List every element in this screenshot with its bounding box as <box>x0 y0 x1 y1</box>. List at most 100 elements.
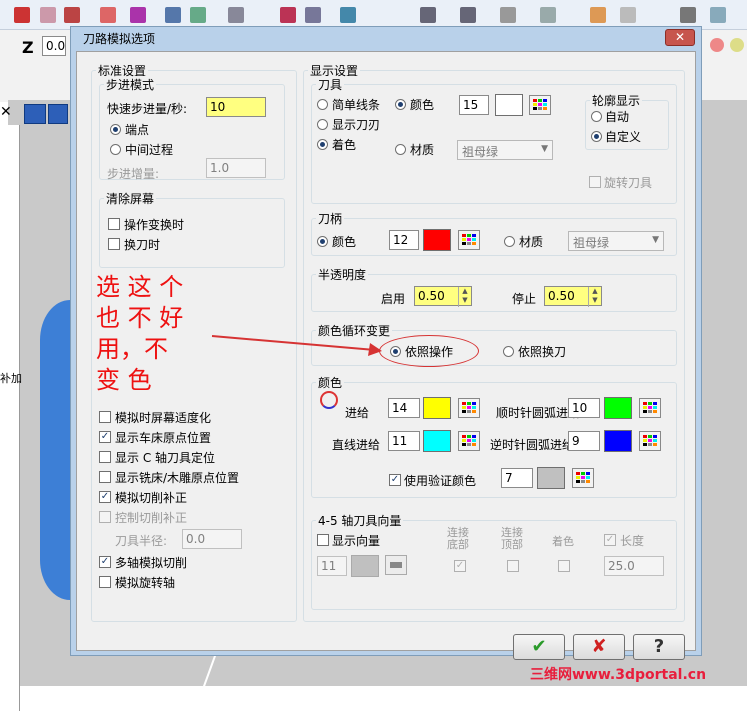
line-feed-swatch[interactable] <box>423 430 451 452</box>
palette-cell <box>643 439 647 442</box>
toolbar-tool-icon[interactable] <box>228 7 244 23</box>
vector-color-swatch[interactable] <box>351 555 379 577</box>
palette-cell <box>462 402 466 405</box>
spinner-arrows-icon[interactable]: ▲ ▼ <box>458 287 471 307</box>
palette-icon[interactable] <box>639 398 661 418</box>
outline-auto-radio[interactable] <box>591 111 602 122</box>
play-icon[interactable] <box>24 104 46 124</box>
dialog-titlebar[interactable]: 刀路模拟选项 ✕ <box>71 27 701 49</box>
connect-top-checkbox[interactable] <box>507 560 519 572</box>
feed-color-swatch[interactable] <box>423 397 451 419</box>
toolbar-tool-icon[interactable] <box>305 7 321 23</box>
ccw-arc-swatch[interactable] <box>604 430 632 452</box>
toolbar-tool-icon[interactable] <box>100 7 116 23</box>
shade-checkbox[interactable] <box>558 560 570 572</box>
op-change-checkbox[interactable] <box>108 218 120 230</box>
show-vectors-checkbox[interactable] <box>317 534 329 546</box>
control-comp-checkbox[interactable] <box>99 511 111 523</box>
toolbar-tool-icon[interactable] <box>130 7 146 23</box>
mill-origin-checkbox[interactable] <box>99 471 111 483</box>
endpoint-radio[interactable] <box>110 124 121 135</box>
rotary-checkbox[interactable] <box>99 576 111 588</box>
verify-color-checkbox[interactable]: ✓ <box>389 474 401 486</box>
toolbar-tool-icon[interactable] <box>590 7 606 23</box>
show-holder-radio[interactable] <box>317 119 328 130</box>
holder-material-select[interactable]: 祖母绿 ▼ <box>568 231 664 251</box>
z-value-field[interactable]: 0.0 <box>42 36 66 56</box>
toolbar-tool-icon[interactable] <box>710 7 726 23</box>
tool-color-swatch[interactable] <box>495 94 523 116</box>
toolbar-tool-icon[interactable] <box>64 7 80 23</box>
length-input[interactable]: 25.0 <box>604 556 664 576</box>
palette-icon[interactable] <box>458 431 480 451</box>
holder-material-radio[interactable] <box>504 236 515 247</box>
vector-color-input[interactable]: 11 <box>317 556 347 576</box>
toolbar-tool-icon[interactable] <box>40 7 56 23</box>
cancel-button[interactable]: ✘ <box>573 634 625 660</box>
line-feed-input[interactable]: 11 <box>388 431 420 451</box>
toolbar-tool-icon[interactable] <box>14 7 30 23</box>
close-button[interactable]: ✕ <box>665 29 695 46</box>
palette-cell <box>581 472 585 475</box>
palette-icon[interactable] <box>458 230 480 250</box>
palette-icon[interactable] <box>639 431 661 451</box>
outline-custom-radio[interactable] <box>591 131 602 142</box>
holder-color-swatch[interactable] <box>423 229 451 251</box>
holder-color-radio[interactable] <box>317 236 328 247</box>
tool-color-radio[interactable] <box>395 99 406 110</box>
toolbar-tool-icon[interactable] <box>190 7 206 23</box>
palette-cell <box>643 443 647 446</box>
tool-radius-input[interactable]: 0.0 <box>182 529 242 549</box>
verify-color-input[interactable]: 7 <box>501 468 533 488</box>
lathe-origin-checkbox[interactable]: ✓ <box>99 431 111 443</box>
spinner-arrows-icon[interactable]: ▲ ▼ <box>588 287 601 307</box>
verify-color-swatch[interactable] <box>537 467 565 489</box>
connect-bottom-checkbox[interactable]: ✓ <box>454 560 466 572</box>
tool-material-radio[interactable] <box>395 144 406 155</box>
toolbar-tool-icon[interactable] <box>340 7 356 23</box>
help-button[interactable]: ? <box>633 634 685 660</box>
palette-cell <box>643 410 647 413</box>
shaded-radio[interactable] <box>317 139 328 150</box>
c-axis-checkbox[interactable] <box>99 451 111 463</box>
cw-arc-swatch[interactable] <box>604 397 632 419</box>
toolbar-tool-icon[interactable] <box>165 7 181 23</box>
ok-button[interactable]: ✔ <box>513 634 565 660</box>
tool-change-checkbox[interactable] <box>108 238 120 250</box>
midpoint-radio[interactable] <box>110 144 121 155</box>
toolbar-tool-icon[interactable] <box>620 7 636 23</box>
cw-arc-input[interactable]: 10 <box>568 398 600 418</box>
rapid-step-input[interactable]: 10 <box>206 97 266 117</box>
toolbar-tool-icon[interactable] <box>420 7 436 23</box>
fit-screen-checkbox[interactable] <box>99 411 111 423</box>
tool-color-input[interactable]: 15 <box>459 95 489 115</box>
palette-icon[interactable] <box>529 95 551 115</box>
by-operation-radio[interactable] <box>390 346 401 357</box>
annotation-line: 选 这 个 <box>96 273 184 301</box>
tool-material-select[interactable]: 祖母绿 ▼ <box>457 140 553 160</box>
sim-comp-checkbox[interactable]: ✓ <box>99 491 111 503</box>
simple-lines-radio[interactable] <box>317 99 328 110</box>
translucency-group: 半透明度 <box>311 266 677 312</box>
step-increment-input[interactable]: 1.0 <box>206 158 266 178</box>
palette-icon[interactable] <box>458 398 480 418</box>
palette-icon[interactable] <box>572 468 594 488</box>
holder-color-input[interactable]: 12 <box>389 230 419 250</box>
palette-cell <box>653 435 657 438</box>
toolbar-tool-icon[interactable] <box>280 7 296 23</box>
ccw-arc-input[interactable]: 9 <box>568 431 600 451</box>
toolbar-tool-icon[interactable] <box>540 7 556 23</box>
multi-axis-checkbox[interactable]: ✓ <box>99 556 111 568</box>
length-checkbox[interactable]: ✓ <box>604 534 616 546</box>
by-tool-radio[interactable] <box>503 346 514 357</box>
toolbar-tool-icon[interactable] <box>500 7 516 23</box>
stop-icon[interactable] <box>48 104 68 124</box>
vector-palette-icon[interactable] <box>385 555 407 575</box>
cancel-icon[interactable] <box>710 38 724 52</box>
status-icon[interactable] <box>730 38 744 52</box>
toolbar-tool-icon[interactable] <box>460 7 476 23</box>
toolbar-tool-icon[interactable] <box>680 7 696 23</box>
rotate-tool-checkbox[interactable] <box>589 176 601 188</box>
feed-color-input[interactable]: 14 <box>388 398 420 418</box>
annotation-line: 用，不 <box>96 335 168 363</box>
